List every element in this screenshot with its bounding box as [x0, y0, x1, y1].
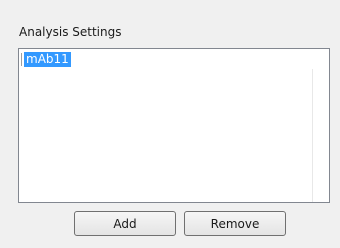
list-scroll-track: [312, 69, 313, 202]
list-item[interactable]: mAb11: [21, 51, 71, 68]
remove-button[interactable]: Remove: [184, 211, 286, 236]
add-button[interactable]: Add: [74, 211, 176, 236]
focus-caret: [21, 53, 23, 66]
analysis-settings-list[interactable]: mAb11: [18, 48, 330, 203]
list-item-label: mAb11: [24, 52, 71, 67]
analysis-settings-label: Analysis Settings: [19, 25, 122, 39]
